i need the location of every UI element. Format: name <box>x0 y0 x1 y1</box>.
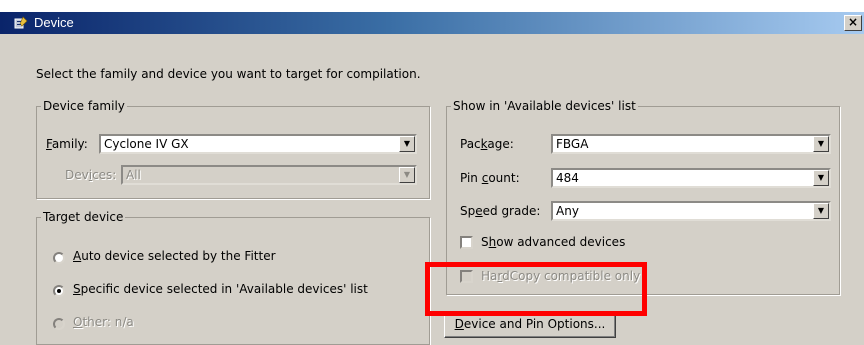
devices-select: All ▼ <box>121 165 417 185</box>
device-settings-icon <box>14 16 28 29</box>
family-select-value: Cyclone IV GX <box>104 137 189 151</box>
chevron-down-icon: ▼ <box>399 167 415 183</box>
close-button[interactable]: × <box>844 15 862 31</box>
chevron-down-icon[interactable]: ▼ <box>813 136 829 152</box>
devices-label: Devices: <box>65 168 117 182</box>
radio-circle-disabled <box>53 318 65 330</box>
family-select[interactable]: Cyclone IV GX ▼ <box>99 134 417 154</box>
family-label: Family: <box>46 137 88 151</box>
radio-dot <box>57 289 61 293</box>
package-select-value: FBGA <box>556 137 589 151</box>
chevron-down-icon[interactable]: ▼ <box>813 170 829 186</box>
window-title: Device <box>34 15 74 30</box>
speed-grade-label: Speed grade: <box>460 204 541 218</box>
target-device-group-label: Target device <box>41 210 126 224</box>
speed-grade-select[interactable]: Any ▼ <box>551 201 831 221</box>
pin-count-select[interactable]: 484 ▼ <box>551 168 831 188</box>
chevron-down-icon[interactable]: ▼ <box>399 136 415 152</box>
pin-count-select-value: 484 <box>556 171 579 185</box>
highlight-box <box>425 262 647 316</box>
package-label: Package: <box>460 137 514 151</box>
package-select[interactable]: FBGA ▼ <box>551 134 831 154</box>
show-in-list-group-label: Show in 'Available devices' list <box>451 99 638 113</box>
radio-other-device-label: Other: n/a <box>73 315 134 329</box>
devices-select-value: All <box>126 168 141 182</box>
show-advanced-label[interactable]: Show advanced devices <box>481 235 625 249</box>
close-icon: × <box>847 15 859 29</box>
title-bar: Device × <box>0 12 864 34</box>
radio-specific-device-label[interactable]: Specific device selected in 'Available d… <box>73 282 368 296</box>
speed-grade-select-value: Any <box>556 204 579 218</box>
radio-circle-selected[interactable] <box>53 285 65 297</box>
device-family-group: Device family Family: Cyclone IV GX ▼ De… <box>36 99 430 199</box>
checkbox-box[interactable] <box>460 236 473 249</box>
chevron-down-icon[interactable]: ▼ <box>813 203 829 219</box>
radio-circle[interactable] <box>53 252 65 264</box>
radio-auto-device-label[interactable]: Auto device selected by the Fitter <box>73 249 276 263</box>
intro-text: Select the family and device you want to… <box>36 67 421 81</box>
target-device-group: Target device Auto device selected by th… <box>36 210 430 345</box>
pin-count-label: Pin count: <box>460 171 520 185</box>
device-family-group-label: Device family <box>41 99 127 113</box>
